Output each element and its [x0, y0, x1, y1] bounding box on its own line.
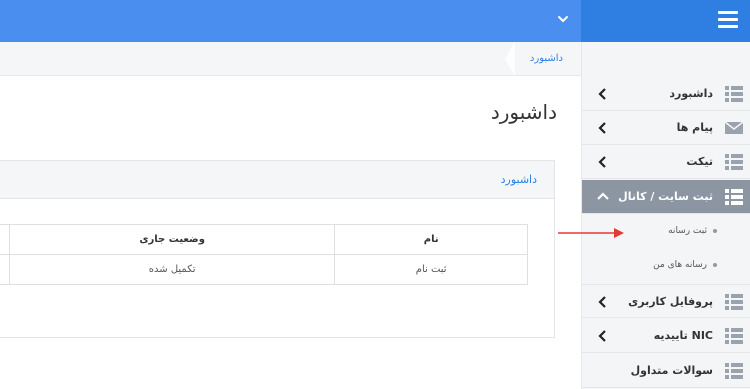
sidebar-subitem-label: رسانه های من: [653, 260, 707, 270]
sidebar-header: [581, 0, 750, 42]
chevron-left-icon: [598, 122, 606, 134]
grid-icon: [725, 154, 743, 170]
breadcrumb-item-dashboard[interactable]: داشبورد: [530, 42, 567, 76]
sidebar-item-label: تاییدیه NIC: [653, 329, 713, 342]
table-cell-name: ثبت نام: [334, 254, 528, 285]
table-header-row: وضعیت جاری نام: [0, 224, 528, 255]
sidebar-subitem-label: ثبت رسانه: [668, 226, 707, 236]
sidebar-item-label: داشبورد: [669, 87, 713, 100]
table-header-cell-empty: [0, 224, 10, 255]
table-cell-empty: [0, 254, 10, 285]
table-row: تکمیل شده ثبت نام: [0, 254, 528, 285]
dashboard-panel: داشبورد وضعیت جاری نام تکمیل شده ثبت نام: [0, 160, 555, 338]
table-header-status: وضعیت جاری: [8, 224, 336, 255]
panel-title: داشبورد: [500, 173, 537, 186]
sidebar-item-nic-verification[interactable]: تاییدیه NIC: [582, 319, 750, 353]
sidebar-item-label: پیام ها: [676, 121, 713, 134]
sidebar-item-label: پروفایل کاربری: [628, 295, 713, 308]
table-cell-status: تکمیل شده: [8, 254, 336, 285]
hamburger-icon[interactable]: [718, 11, 738, 31]
sidebar-item-user-profile[interactable]: پروفایل کاربری: [582, 284, 750, 318]
grid-icon: [725, 328, 743, 344]
grid-icon: [725, 294, 743, 310]
table-header-name: نام: [334, 224, 528, 255]
status-table: وضعیت جاری نام تکمیل شده ثبت نام: [0, 224, 528, 285]
sidebar-item-messages[interactable]: پیام ها: [582, 111, 750, 145]
top-bar: [0, 0, 581, 42]
sidebar-item-register-site[interactable]: ثبت سایت / کانال: [582, 180, 750, 214]
bullet-icon: [713, 263, 717, 267]
sidebar-item-label: تیکت: [686, 155, 713, 168]
breadcrumb-separator: [505, 42, 515, 76]
chevron-down-icon[interactable]: [556, 12, 570, 26]
chevron-left-icon: [598, 330, 606, 342]
grid-icon: [725, 363, 743, 379]
grid-icon: [725, 189, 743, 205]
chevron-left-icon: [598, 296, 606, 308]
sidebar-subitem-my-media[interactable]: رسانه های من: [582, 248, 750, 282]
chevron-up-icon: [597, 192, 609, 200]
sidebar-item-label: ثبت سایت / کانال: [618, 190, 713, 203]
sidebar-item-ticket[interactable]: تیکت: [582, 145, 750, 179]
sidebar-item-dashboard[interactable]: داشبورد: [582, 77, 750, 111]
bullet-icon: [713, 229, 717, 233]
chevron-left-icon: [598, 88, 606, 100]
breadcrumb: داشبورد: [0, 42, 581, 76]
sidebar: داشبورد پیام ها تیکت ثبت سایت / کانال ثب…: [581, 42, 750, 389]
chevron-left-icon: [598, 156, 606, 168]
envelope-icon: [725, 121, 743, 134]
panel-header: داشبورد: [0, 161, 554, 199]
grid-icon: [725, 86, 743, 102]
page-title: داشبورد: [490, 100, 557, 124]
sidebar-item-faq[interactable]: سوالات متداول: [582, 354, 750, 388]
sidebar-item-label: سوالات متداول: [630, 364, 713, 377]
red-arrow-icon: [558, 228, 624, 238]
